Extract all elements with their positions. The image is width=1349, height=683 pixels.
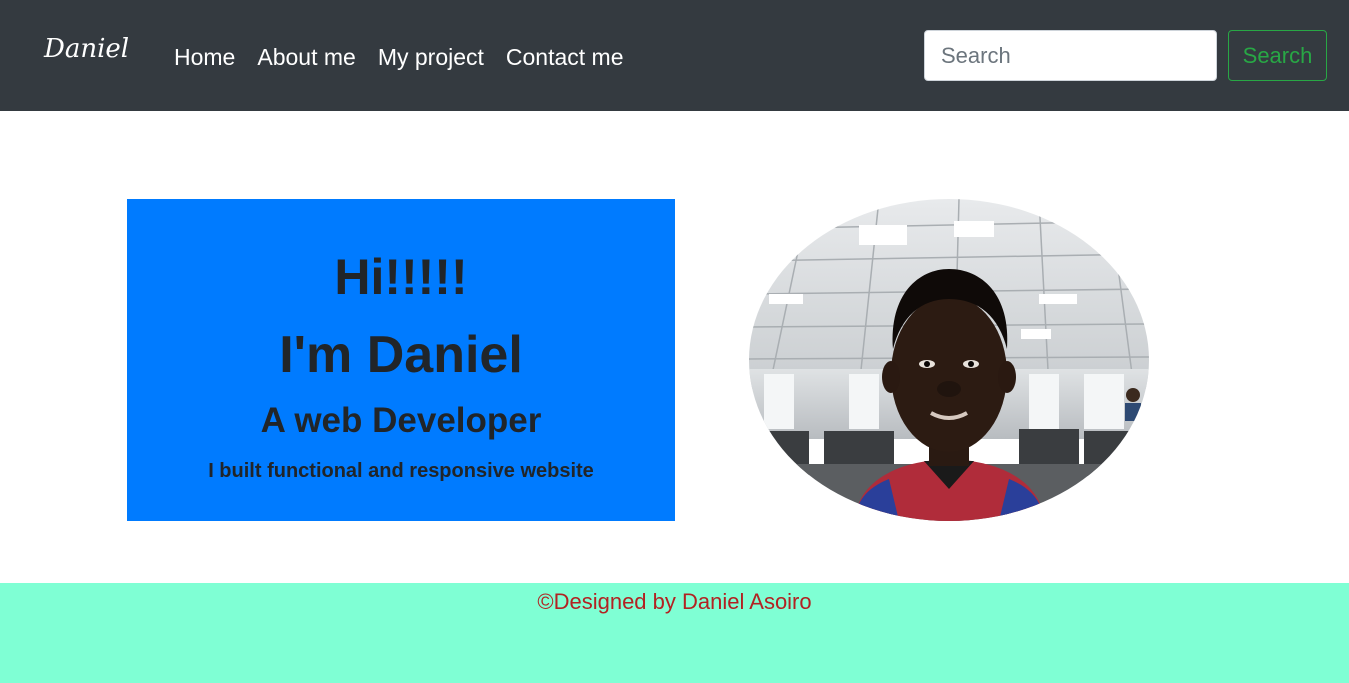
nav-link-about[interactable]: About me bbox=[257, 42, 355, 72]
hero-name: I'm Daniel bbox=[279, 326, 523, 384]
search-input[interactable] bbox=[924, 30, 1217, 81]
hero-tagline: I built functional and responsive websit… bbox=[208, 460, 594, 482]
hero-card: Hi!!!!! I'm Daniel A web Developer I bui… bbox=[127, 199, 675, 521]
footer-credit: ©Designed by Daniel Asoiro bbox=[537, 589, 812, 614]
nav-link-project[interactable]: My project bbox=[378, 42, 484, 72]
nav-links: Home About me My project Contact me bbox=[174, 42, 624, 72]
profile-photo bbox=[749, 199, 1149, 521]
hero-greeting: Hi!!!!! bbox=[334, 249, 468, 305]
footer: ©Designed by Daniel Asoiro bbox=[0, 583, 1349, 683]
nav-link-home[interactable]: Home bbox=[174, 42, 235, 72]
brand-logo[interactable]: Daniel bbox=[44, 34, 129, 64]
profile-photo-illustration bbox=[749, 199, 1149, 521]
hero-role: A web Developer bbox=[260, 401, 542, 440]
navbar: Daniel Home About me My project Contact … bbox=[0, 0, 1349, 111]
nav-link-contact[interactable]: Contact me bbox=[506, 42, 624, 72]
search-button[interactable]: Search bbox=[1228, 30, 1327, 81]
